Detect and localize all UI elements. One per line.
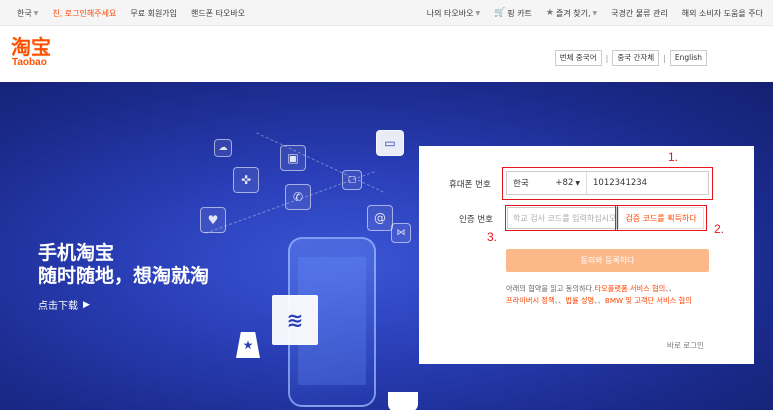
taobao-logo[interactable]: 淘宝 Taobao <box>11 37 71 73</box>
terms-link-service[interactable]: 타오플랫폼 서비스 협의 <box>595 284 666 293</box>
heart-shield-icon: ♥ <box>200 207 226 233</box>
help-link[interactable]: 해외 소비자 도움을 주다 <box>682 8 763 19</box>
annotation-label-2: 2. <box>714 222 725 236</box>
cart-label: 핑 카트 <box>507 8 532 18</box>
chevron-down-icon: ▼ <box>592 9 598 17</box>
shopping-bag-icon: ★ <box>236 332 260 358</box>
play-arrow-icon: ▶ <box>83 299 90 310</box>
terms-separator: 、、 <box>665 284 676 293</box>
cart-link[interactable]: 🛒 핑 카트 <box>494 8 532 19</box>
top-bar-right: 나의 타오바오 ▼ 🛒 핑 카트 ★ 즐겨 찾기, ▼ 국경간 물류 관리 해외 소비자… <box>413 0 763 26</box>
signup-link[interactable]: 무료 회원가입 <box>130 8 177 19</box>
briefcase-icon: ▣ <box>280 145 306 171</box>
terms-link-privacy[interactable]: 프라이버시 정책 <box>506 296 555 305</box>
region-select[interactable]: 한국 ▼ <box>17 8 38 19</box>
direct-login-link[interactable]: 바로 로그인 <box>667 340 704 351</box>
at-sign-icon: @ <box>367 205 393 231</box>
terms-separator: 、、 <box>554 295 566 305</box>
language-switcher: 번체 중국어 | 중국 간자체 | English <box>554 50 707 66</box>
wifi-icon: ≋ <box>272 295 318 345</box>
phone-number-label: 휴대폰 번호 <box>449 180 491 190</box>
tv-icon: ▭ <box>376 130 404 156</box>
annotation-box-3 <box>505 205 618 231</box>
promo-title: 手机淘宝 <box>38 242 115 264</box>
cart-icon: 🛒 <box>494 8 506 18</box>
logistics-link[interactable]: 국경간 물류 관리 <box>611 8 668 19</box>
lang-separator: | <box>605 53 609 63</box>
annotation-label-3: 3. <box>487 230 498 244</box>
favorites-label: 즐겨 찾기, <box>556 8 591 18</box>
annotation-box-2 <box>615 205 707 231</box>
top-bar: 한국 ▼ 친, 로그인해주세요 무료 회원가입 핸드폰 타오바오 나의 타오바오 ▼… <box>0 0 773 26</box>
download-link[interactable]: 点击下载 ▶ <box>38 297 90 313</box>
lang-english[interactable]: English <box>669 50 707 66</box>
cup-small-icon: ▢ <box>342 170 362 190</box>
decor-line <box>256 132 384 193</box>
verification-code-label: 인증 번호 <box>459 215 493 225</box>
lang-separator: | <box>663 53 666 63</box>
lang-traditional-chinese[interactable]: 번체 중국어 <box>554 50 602 66</box>
header: 淘宝 Taobao 번체 중국어 | 중국 간자체 | English <box>0 27 773 82</box>
my-taobao-label: 나의 타오바오 <box>426 8 474 18</box>
chevron-down-icon: ▼ <box>475 9 481 17</box>
login-link[interactable]: 친, 로그인해주세요 <box>52 8 116 19</box>
annotation-label-1: 1. <box>668 150 679 164</box>
promo-subtitle: 随时随地，想淘就淘 <box>38 265 210 287</box>
top-bar-left: 한국 ▼ 친, 로그인해주세요 무료 회원가입 핸드폰 타오바오 <box>17 0 259 26</box>
my-taobao-menu[interactable]: 나의 타오바오 ▼ <box>427 8 480 19</box>
mobile-taobao-link[interactable]: 핸드폰 타오바오 <box>191 8 245 19</box>
download-label: 点击下载 <box>38 301 78 312</box>
logo-chinese: 淘宝 <box>11 35 51 59</box>
terms-separator: 、、 <box>594 295 605 305</box>
logo-english: Taobao <box>12 57 47 68</box>
chevron-down-icon: ▼ <box>33 9 39 17</box>
cloud-icon: ☁ <box>214 139 232 157</box>
annotation-box-1 <box>502 167 713 200</box>
star-icon: ★ <box>545 8 554 18</box>
terms-prefix: 아래의 협약을 읽고 동의하다. <box>506 284 595 293</box>
phone-call-icon: ✆ <box>285 184 311 210</box>
coffee-cup-icon <box>388 392 418 410</box>
favorites-menu[interactable]: ★ 즐겨 찾기, ▼ <box>546 8 597 19</box>
terms-link-legal[interactable]: 법률 성명 <box>565 296 594 305</box>
region-label: 한국 <box>17 8 32 18</box>
terms-text: 아래의 협약을 읽고 동의하다.타오플랫폼 서비스 협의、、 프라이버시 정책、… <box>506 283 716 306</box>
lang-simplified-chinese[interactable]: 중국 간자체 <box>612 50 660 66</box>
gamepad-icon: ✜ <box>233 167 259 193</box>
terms-link-bmw[interactable]: BMW 및 고객단 서비스 협의 <box>605 296 692 305</box>
share-icon: ⋈ <box>391 223 411 243</box>
agree-register-button[interactable]: 동의와 등록하다 <box>506 249 709 272</box>
